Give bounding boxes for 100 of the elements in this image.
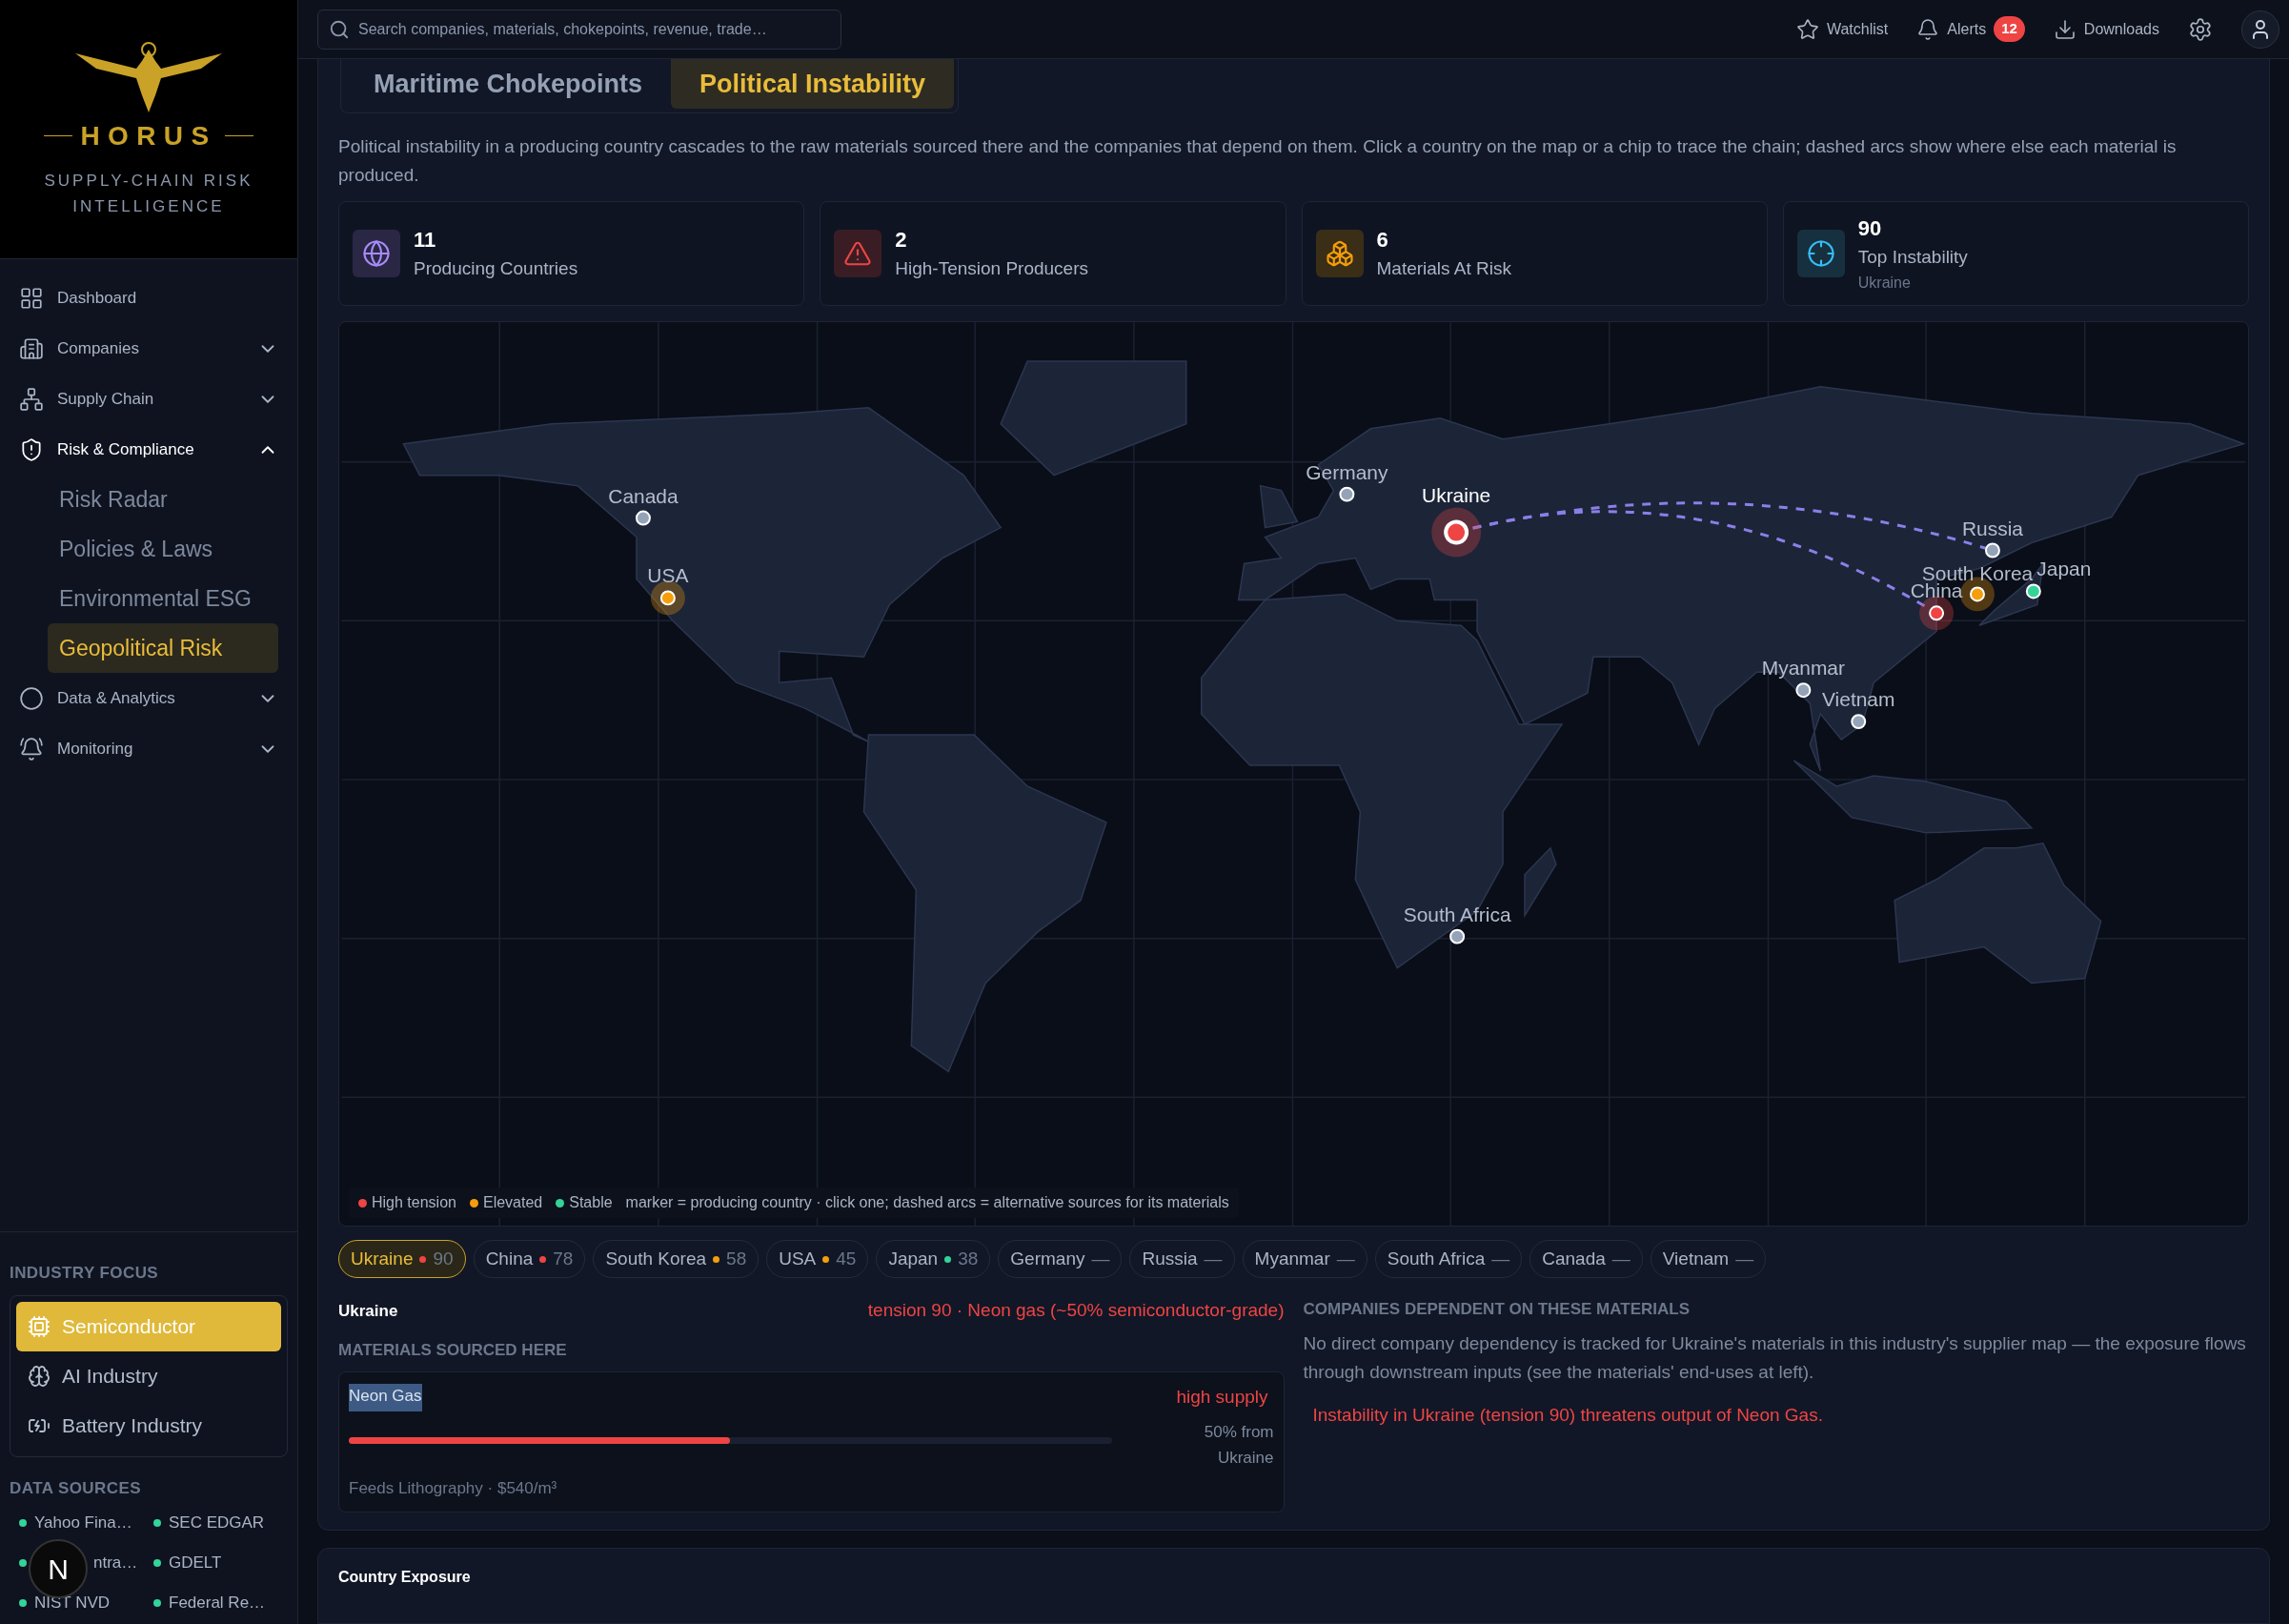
toolbar-icon [1916, 17, 1940, 41]
chip-score: — [1091, 1247, 1110, 1270]
chip-label: Russia [1142, 1247, 1198, 1270]
tab[interactable]: Political Instability [671, 59, 955, 109]
legend-label: Stable [569, 1193, 613, 1212]
threat-message: Instability in Ukraine (tension 90) threatens output of Neon Gas. [1311, 1403, 1824, 1427]
settings-icon[interactable] [2188, 16, 2213, 42]
country-marker[interactable] [1984, 542, 2000, 558]
toolbar-icon [1795, 17, 1819, 41]
country-marker[interactable] [1339, 486, 1355, 502]
tab[interactable]: Maritime Chokepoints [345, 59, 672, 109]
country-summary: tension 90 · Neon gas (~50% semiconductor-grade) [867, 1299, 1285, 1322]
chip-score: — [1204, 1247, 1223, 1270]
nav-subitem[interactable]: Geopolitical Risk [48, 623, 278, 673]
nav-icon [19, 386, 44, 412]
country-name: Ukraine [338, 1300, 398, 1322]
nav-icon [19, 685, 44, 711]
material-name: Neon Gas [349, 1384, 422, 1411]
country-label: Japan [2036, 558, 2092, 580]
country-marker[interactable] [1444, 519, 1469, 545]
legend-note: marker = producing country · click one; dashed arcs = alternative sources for its materials [625, 1193, 1229, 1212]
chip-label: Myanmar [1254, 1247, 1330, 1270]
card-title: Country Exposure [338, 1569, 471, 1585]
legend-label: Elevated [482, 1193, 543, 1212]
section-heading: DATA SOURCES [10, 1477, 142, 1499]
toolbar-action[interactable]: Watchlist [1795, 17, 1889, 41]
country-marker[interactable] [635, 510, 651, 526]
chip-score: — [1491, 1247, 1510, 1270]
nav-item[interactable]: Data & Analytics [19, 673, 278, 723]
brand-name: HORUS [80, 119, 217, 152]
material-card[interactable]: Neon Gas high supply 50% from Ukraine Feeds Lithography · $540/m³ [338, 1371, 1285, 1512]
country-marker[interactable] [659, 590, 676, 606]
nav-item[interactable]: Monitoring [19, 723, 278, 774]
country-marker[interactable] [1851, 714, 1867, 730]
country-label: Canada [608, 484, 679, 507]
stat-label: High-Tension Producers [895, 257, 1088, 281]
data-source-label: Yahoo Fina… [34, 1512, 132, 1534]
nav-subitem[interactable]: Risk Radar [48, 475, 278, 524]
user-avatar[interactable] [2241, 10, 2279, 49]
stat-icon [353, 230, 400, 277]
nav-item[interactable]: Companies [19, 323, 278, 374]
nav-subitem[interactable]: Policies & Laws [48, 524, 278, 574]
nav-item[interactable]: Risk & Compliance [19, 424, 278, 475]
search-icon [329, 18, 350, 40]
search-field[interactable]: Search companies, materials, chokepoints, revenue, trade… [317, 9, 841, 50]
stat-sublabel: Ukraine [1857, 273, 1912, 293]
brand-tagline: SUPPLY-CHAIN RISK INTELLIGENCE [43, 170, 254, 217]
nav-icon [19, 335, 44, 361]
industry-icon [28, 1364, 51, 1388]
chip-score: 45 [836, 1247, 857, 1270]
toolbar-action[interactable]: Alerts 12 [1916, 16, 2025, 42]
chip-label: Ukraine [351, 1247, 414, 1270]
chip-label: Germany [1010, 1247, 1085, 1270]
chip-label: USA [779, 1247, 817, 1270]
stat-label: Materials At Risk [1376, 257, 1511, 281]
industry-option[interactable]: Battery Industry [16, 1400, 281, 1451]
stat-icon [834, 230, 882, 277]
country-marker[interactable] [2025, 583, 2041, 599]
section-heading: INDUSTRY FOCUS [10, 1263, 160, 1284]
stat-value: 11 [414, 227, 437, 254]
country-label: China [1910, 579, 1963, 602]
toolbar-action[interactable]: Downloads [2053, 17, 2159, 41]
country-chip[interactable]: Ukraine 90 [338, 1240, 466, 1278]
chip-label: South Africa [1387, 1247, 1486, 1270]
companies-note: No direct company dependency is tracked for Ukraine's materials in this industry's supplier map — the exposure flows through downstream inputs (see the materials' end-uses at left). [1303, 1331, 2247, 1384]
country-marker[interactable] [1929, 605, 1945, 621]
nav-subitem[interactable]: Environmental ESG [48, 574, 278, 623]
chip-label: China [485, 1247, 534, 1270]
stat-value: 2 [895, 227, 908, 254]
data-source-label: ntra… [93, 1553, 138, 1574]
data-source-label: Federal Re… [169, 1593, 266, 1614]
stat-value: 6 [1376, 227, 1389, 254]
stat-icon [1315, 230, 1364, 277]
section-heading: MATERIALS SOURCED HERE [338, 1339, 568, 1361]
section-heading: COMPANIES DEPENDENT ON THESE MATERIALS [1303, 1299, 1691, 1320]
share-text: 50% from Ukraine [1203, 1421, 1274, 1469]
nav-icon [19, 736, 44, 761]
chip-score: — [1336, 1247, 1355, 1270]
country-label: Russia [1961, 517, 2023, 539]
nav-item[interactable]: Supply Chain [19, 374, 278, 424]
stat-label: Producing Countries [414, 257, 578, 281]
chip-label: Canada [1542, 1247, 1606, 1270]
chip-score: 78 [553, 1247, 574, 1270]
toolbar-icon [2053, 17, 2076, 41]
stat-label: Top Instability [1857, 246, 1968, 270]
country-marker[interactable] [1970, 586, 1985, 602]
chip-score: 38 [958, 1247, 979, 1270]
stat-icon [1796, 230, 1845, 277]
country-marker[interactable] [1795, 682, 1812, 699]
country-marker[interactable] [1449, 928, 1466, 944]
industry-option[interactable]: AI Industry [16, 1350, 281, 1401]
chip-score: 58 [726, 1247, 747, 1270]
chip-label: South Korea [605, 1247, 707, 1270]
nav-item[interactable]: Dashboard [19, 273, 278, 323]
description-text: Political instability in a producing country cascades to the raw materials sourced there and the companies that depend on them. Click a country on the map or a chip to trace the chain; dashed arcs show where else each material is produced. [338, 135, 2178, 187]
nav-icon [19, 436, 44, 462]
country-label: USA [647, 564, 689, 587]
country-label: Vietnam [1822, 688, 1895, 711]
data-source-label: GDELT [169, 1553, 222, 1574]
supply-label: high supply [1176, 1386, 1268, 1409]
